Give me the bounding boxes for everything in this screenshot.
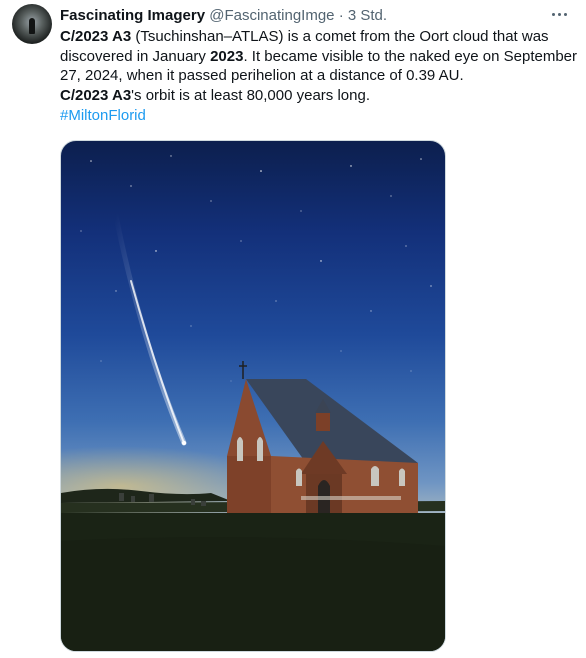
photo-scene [61, 155, 445, 651]
separator-dot: · [338, 7, 344, 24]
avatar[interactable] [12, 4, 52, 44]
author-name[interactable]: Fascinating Imagery [60, 7, 205, 24]
comet-name-bold: C/2023 A3 [60, 28, 132, 45]
tweet: Fascinating Imagery @FascinatingImge · 3… [0, 0, 586, 658]
tweet-header: Fascinating Imagery @FascinatingImge · 3… [60, 6, 536, 26]
more-options-icon[interactable] [546, 4, 572, 24]
comet-head [181, 440, 187, 446]
tweet-text-part: 's orbit is at least 80,000 years long. [131, 87, 370, 105]
author-handle[interactable]: @FascinatingImge [209, 7, 334, 24]
comet-name-bold: C/2023 A3 [60, 87, 132, 105]
hashtag-link[interactable]: #MiltonFlorid [60, 107, 146, 124]
year-bold: 2023 [210, 47, 244, 65]
stars [80, 155, 432, 382]
comet-tail-outer [113, 213, 187, 446]
church [227, 361, 418, 516]
tweet-text: C/2023 A3 (Tsuchinshan–ATLAS) is a comet… [60, 27, 580, 126]
tweet-photo[interactable] [60, 140, 446, 652]
tweet-timestamp[interactable]: 3 Std. [348, 7, 387, 24]
